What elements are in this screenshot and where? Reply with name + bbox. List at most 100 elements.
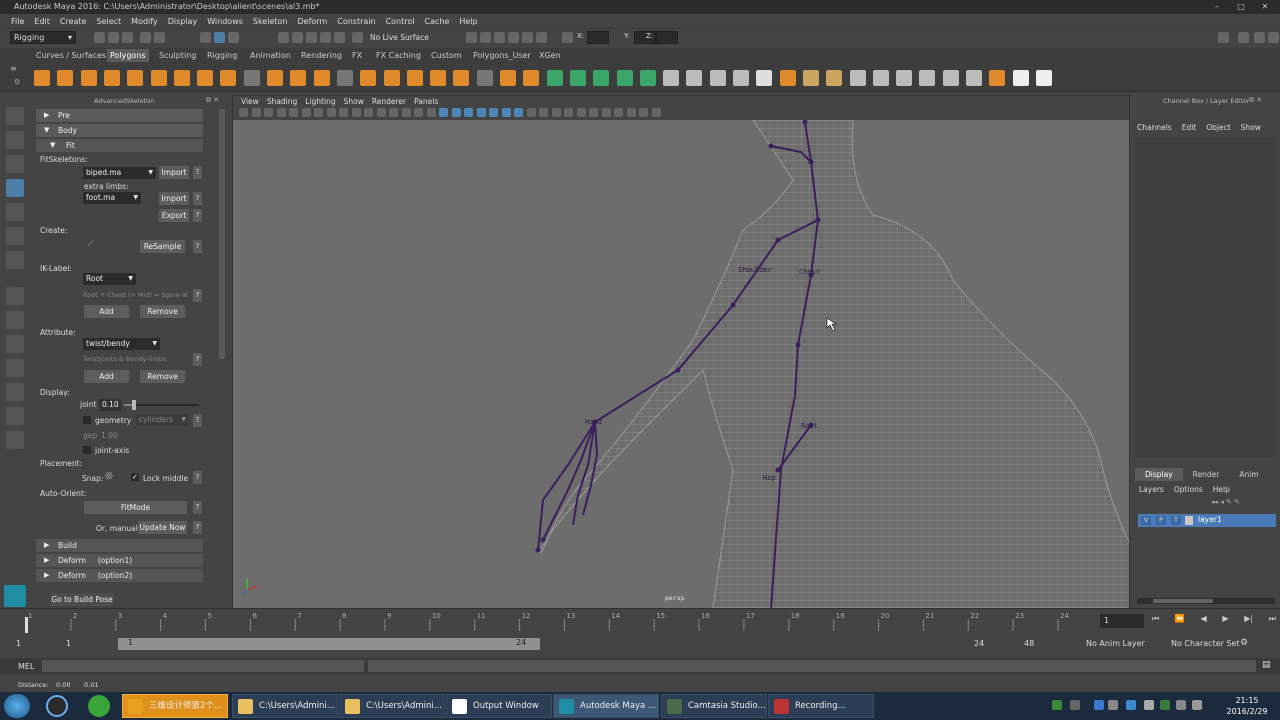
viewport-tool-icon[interactable]	[451, 108, 461, 117]
section-fit[interactable]: ▼ Fit	[36, 139, 203, 152]
layer-tab-display[interactable]: Display	[1135, 468, 1183, 481]
tray-icon-7[interactable]	[1192, 700, 1202, 710]
shelf-tool-icon[interactable]	[733, 70, 749, 86]
four-view-icon[interactable]	[6, 311, 24, 329]
menu-windows[interactable]: Windows	[202, 17, 248, 26]
shelf-tool-icon[interactable]	[942, 70, 959, 86]
viewport-tool-icon[interactable]	[376, 108, 386, 117]
menu-cache[interactable]: Cache	[420, 17, 455, 26]
shelf-tool-icon[interactable]	[849, 70, 866, 86]
help-button[interactable]: ?	[193, 192, 202, 205]
new-scene-icon[interactable]	[94, 32, 105, 43]
lasso-tool-icon[interactable]	[6, 131, 24, 149]
viewport-menu-show[interactable]: Show	[340, 96, 368, 107]
tray-icon-1[interactable]	[1052, 700, 1062, 710]
taskbar-item[interactable]: C:\Users\Admini...	[339, 694, 445, 718]
step-forward-icon[interactable]: ▶|	[1244, 614, 1253, 628]
shelf-tool-icon[interactable]	[569, 70, 586, 86]
shelf-tool-icon[interactable]	[476, 70, 493, 86]
viewport-tool-icon[interactable]	[576, 108, 586, 117]
viewport-tool-icon[interactable]	[426, 108, 436, 117]
absolute-transform-icon[interactable]	[562, 32, 573, 43]
shelf-tab-7[interactable]: FX Caching	[373, 49, 424, 62]
persp-hypershade-icon[interactable]	[6, 383, 24, 401]
menu-display[interactable]: Display	[163, 17, 203, 26]
start-button[interactable]	[4, 694, 30, 718]
range-inner-start[interactable]: 1	[66, 639, 71, 648]
section-deform-1[interactable]: ▶ Deform (option1)	[36, 554, 203, 567]
layer-row[interactable]: V P T layer1	[1138, 514, 1276, 527]
section-body[interactable]: ▼ Body	[36, 124, 203, 137]
shelf-tool-icon[interactable]	[919, 70, 936, 86]
shelf-menu-icon[interactable]: ≡	[10, 64, 24, 74]
minimize-icon[interactable]: –	[1206, 0, 1228, 14]
lock-middle-checkbox[interactable]: ✓	[131, 473, 139, 481]
tray-icon-6[interactable]	[1176, 700, 1186, 710]
step-back-key-icon[interactable]: ⏪	[1175, 614, 1185, 628]
snap-grid-icon[interactable]	[278, 32, 289, 43]
tool-settings-icon[interactable]	[1254, 32, 1265, 43]
menu-edit[interactable]: Edit	[29, 17, 55, 26]
anim-layer-select[interactable]: No Anim Layer	[1086, 639, 1145, 648]
current-frame-field[interactable]: 1	[1100, 614, 1144, 628]
help-button[interactable]: ?	[193, 353, 202, 366]
section-deform-2[interactable]: ▶ Deform (option2)	[36, 569, 203, 582]
viewport-tool-icon[interactable]	[614, 108, 623, 117]
redo-icon[interactable]	[154, 32, 165, 43]
menu-select[interactable]: Select	[91, 17, 126, 26]
shelf-tool-icon[interactable]	[802, 70, 819, 86]
help-button[interactable]: ?	[193, 414, 202, 427]
maximize-icon[interactable]: □	[1230, 0, 1252, 14]
viewport-scene[interactable]: Shoulder Chest Hand Root Hip persp	[233, 120, 1129, 608]
viewport-tool-icon[interactable]	[439, 108, 448, 117]
update-now-button[interactable]: Update Now	[138, 521, 187, 534]
single-perspective-icon[interactable]	[6, 287, 24, 305]
shelf-tab-3[interactable]: Rigging	[204, 49, 240, 62]
network-icon[interactable]	[1108, 700, 1118, 710]
layer-menu-help[interactable]: Help	[1213, 485, 1230, 497]
viewport-tool-icon[interactable]	[589, 108, 598, 117]
viewport-tool-icon[interactable]	[464, 108, 473, 117]
snap-curve-icon[interactable]	[292, 32, 303, 43]
export-button[interactable]: Export	[159, 209, 189, 222]
shelf-tool-icon[interactable]	[1035, 70, 1052, 86]
viewport-tool-icon[interactable]	[276, 108, 286, 117]
viewport-tool-icon[interactable]	[414, 108, 423, 117]
channel-box-float-icon[interactable]: ⧉ ✕	[1249, 96, 1262, 105]
import-button[interactable]: Import	[159, 166, 189, 179]
taskbar-item[interactable]: Recording...	[768, 694, 874, 718]
range-end[interactable]: 24	[974, 639, 984, 648]
go-to-build-pose-button[interactable]: Go to Build Pose	[50, 593, 114, 606]
layer-color-swatch[interactable]	[1185, 516, 1193, 525]
layer-visible-toggle[interactable]: V	[1141, 516, 1151, 525]
joint-tool-icon[interactable]: ⟋	[88, 239, 100, 251]
snap-surface-icon[interactable]	[334, 32, 345, 43]
taskbar-item[interactable]: Output Window	[446, 694, 552, 718]
iklabel-select[interactable]: Root ▼	[83, 273, 136, 285]
tray-icon-4[interactable]	[1126, 700, 1136, 710]
undo-icon[interactable]	[140, 32, 151, 43]
shelf-tool-icon[interactable]	[500, 70, 516, 86]
viewport-tool-icon[interactable]	[251, 108, 261, 117]
shelf-tool-icon[interactable]	[290, 70, 307, 86]
current-time-marker[interactable]	[25, 617, 28, 633]
shelf-tool-icon[interactable]	[616, 70, 633, 86]
time-slider[interactable]: 1 2 3 4 5 6 7 8 9 10 11 12 13 14 15 16 17 18 19 20 21 22 23 24	[0, 608, 1280, 634]
joint-size-field[interactable]: 0.10	[99, 399, 121, 411]
go-to-start-icon[interactable]: ⏮	[1152, 614, 1159, 628]
shelf-tool-icon[interactable]	[313, 70, 330, 86]
viewport-tool-icon[interactable]	[639, 108, 648, 117]
viewport-tool-icon[interactable]	[239, 108, 248, 117]
layer-tab-anim[interactable]: Anim	[1229, 468, 1268, 481]
layer-template-toggle[interactable]: T	[1171, 516, 1181, 525]
clock[interactable]: 21:15 2016/2/29	[1222, 695, 1272, 717]
remove-attribute-button[interactable]: Remove	[140, 370, 185, 383]
joint-axis-checkbox[interactable]	[83, 446, 91, 454]
snap-icon[interactable]: ◎	[105, 471, 117, 483]
select-object-icon[interactable]	[214, 32, 225, 43]
shelf-tab-8[interactable]: Custom	[428, 49, 465, 62]
menu-set-select[interactable]: Rigging ▾	[10, 31, 76, 44]
viewport-tool-icon[interactable]	[264, 108, 273, 117]
tray-icon-5[interactable]	[1160, 700, 1170, 710]
shelf-tab-5[interactable]: Rendering	[298, 49, 345, 62]
